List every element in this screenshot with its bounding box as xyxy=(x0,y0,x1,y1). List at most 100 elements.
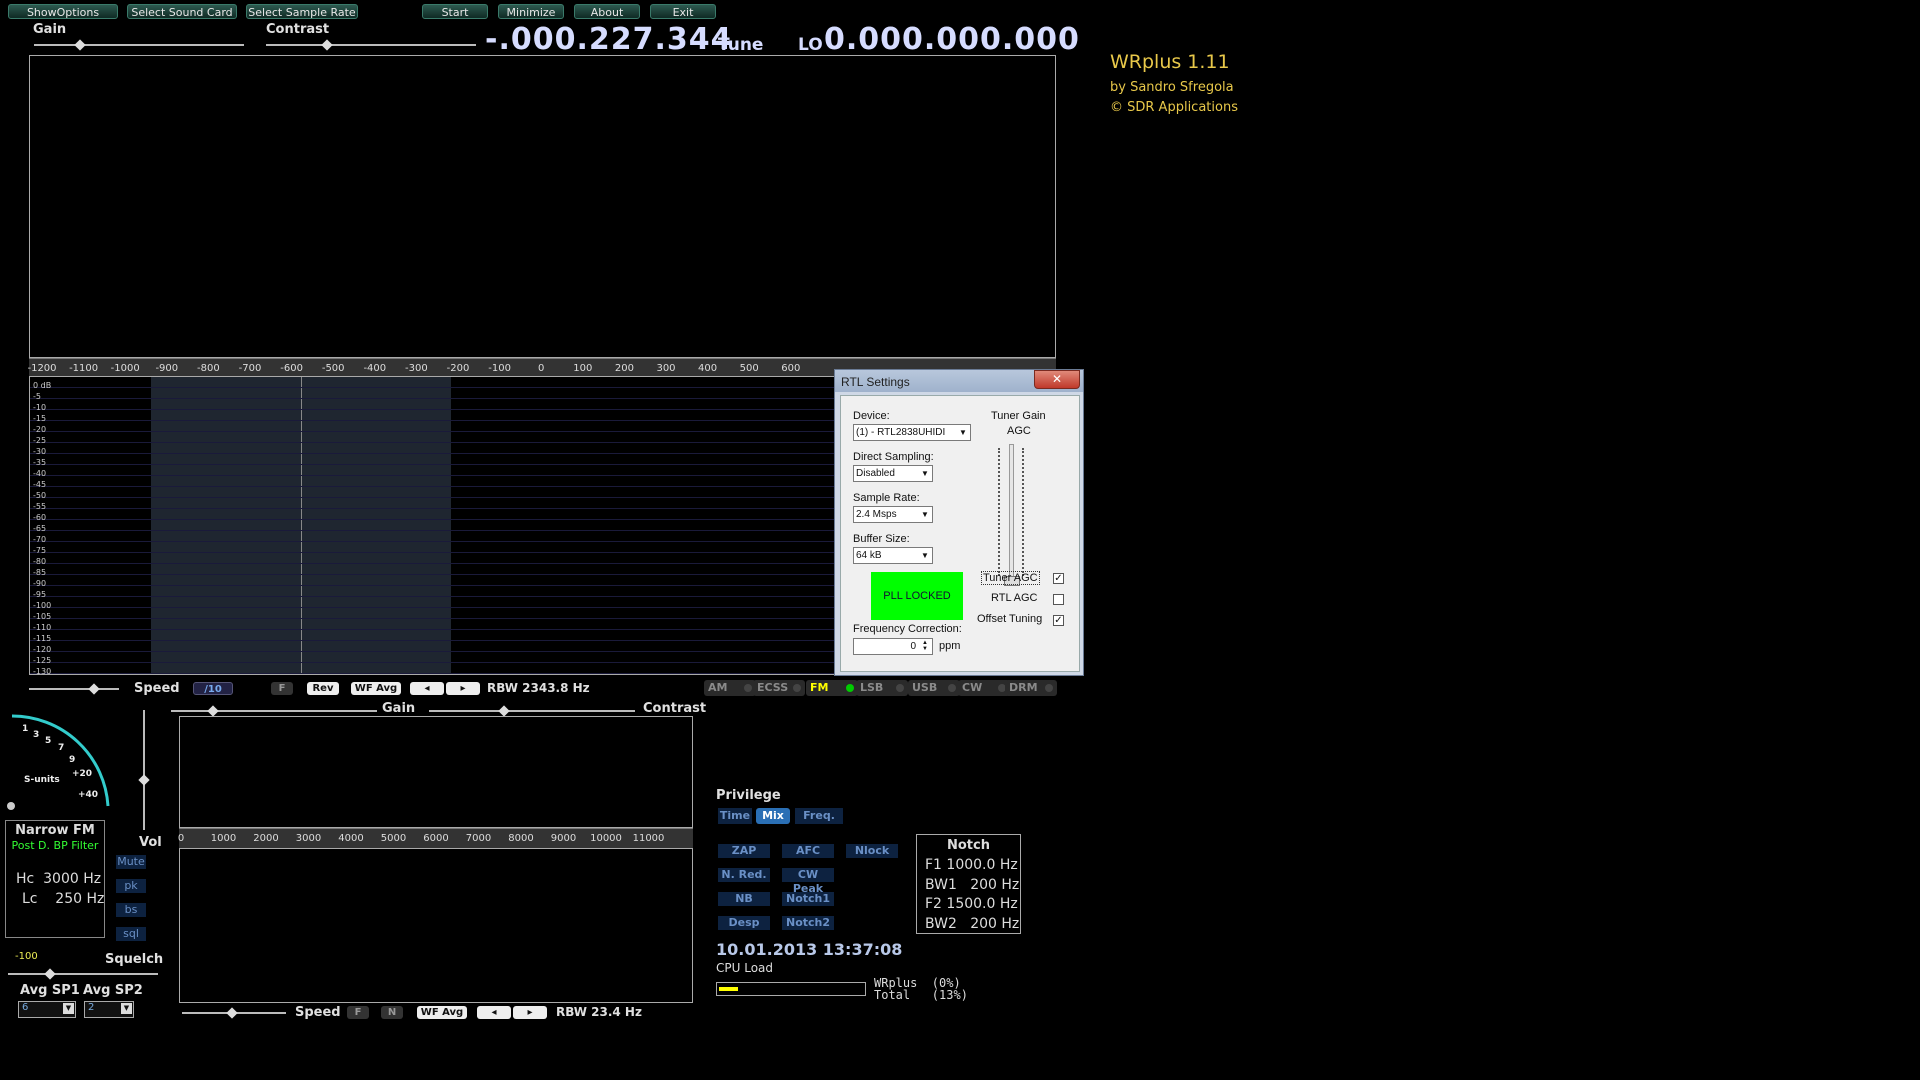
mode-button-cw[interactable]: CW xyxy=(958,680,1010,696)
audio-freq-tick-label: 9000 xyxy=(550,833,577,844)
tuner-agc-checkbox[interactable]: ✓ xyxy=(1053,573,1064,584)
rtl-agc-checkbox[interactable] xyxy=(1053,594,1064,605)
audio-pk-button[interactable]: pk xyxy=(116,879,146,893)
notch-box: Notch F1 1000.0 Hz BW1 200 Hz F2 1500.0 … xyxy=(916,834,1021,934)
privilege-freq-button[interactable]: Freq. xyxy=(795,808,843,824)
privilege-mix-button[interactable]: Mix xyxy=(756,808,790,824)
device-select[interactable]: (1) - RTL2838UHIDI ▼ xyxy=(853,424,971,441)
audio-mute-button[interactable]: Mute xyxy=(116,855,146,869)
mode-button-usb[interactable]: USB xyxy=(908,680,960,696)
mode-button-drm[interactable]: DRM xyxy=(1005,680,1057,696)
freq-tick-label: 200 xyxy=(614,363,634,374)
dsp-cwpeak-button[interactable]: CW Peak xyxy=(782,868,834,895)
speed-slider[interactable] xyxy=(29,688,119,690)
privilege-time-button[interactable]: Time xyxy=(718,808,752,824)
about-button[interactable]: About xyxy=(574,4,640,19)
db-tick-label: -30 xyxy=(33,447,47,456)
squelch-slider-knob[interactable] xyxy=(44,968,56,980)
sample-rate-select[interactable]: 2.4 Msps ▼ xyxy=(853,506,933,523)
show-options-button[interactable]: ShowOptions xyxy=(8,4,118,19)
audio-sql-button[interactable]: sql xyxy=(116,927,146,941)
audio-waterfall[interactable] xyxy=(179,848,693,1003)
rev-button[interactable]: Rev xyxy=(307,682,339,695)
dialog-titlebar[interactable]: RTL Settings ✕ xyxy=(835,370,1083,392)
audio-gain-slider-knob[interactable] xyxy=(207,705,219,717)
select-sample-rate-button[interactable]: Select Sample Rate xyxy=(246,4,358,19)
audio-freq-tick-label: 6000 xyxy=(423,833,449,844)
mode-label: FM xyxy=(810,681,829,694)
mode-label: USB xyxy=(912,681,938,694)
gain-slider[interactable] xyxy=(34,44,244,46)
s-meter xyxy=(7,714,110,810)
dsp-nred-button[interactable]: N. Red. xyxy=(718,868,770,882)
mode-button-fm[interactable]: FM xyxy=(806,680,858,696)
smeter-tick-label: 9 xyxy=(69,755,76,765)
main-waterfall[interactable] xyxy=(29,55,1056,358)
chevron-down-icon: ▼ xyxy=(921,551,929,560)
freq-tick-label: -900 xyxy=(155,363,179,374)
dsp-zap-button[interactable]: ZAP xyxy=(718,844,770,858)
volume-slider[interactable] xyxy=(143,710,145,830)
audio-bs-button[interactable]: bs xyxy=(116,903,146,917)
smeter-tick-label: 5 xyxy=(45,736,52,746)
db-tick-label: -95 xyxy=(33,590,47,599)
tuner-gain-slider[interactable] xyxy=(1009,444,1014,582)
avg-sp1-select[interactable]: 6 ▼ xyxy=(18,1001,76,1018)
total-load: Total (13%) xyxy=(874,988,968,1002)
mode-button-ecss[interactable]: ECSS xyxy=(753,680,805,696)
avg-sp2-select[interactable]: 2 ▼ xyxy=(84,1001,134,1018)
mode-button-lsb[interactable]: LSB xyxy=(856,680,908,696)
squelch-slider[interactable] xyxy=(8,973,158,975)
audio-speed-slider-knob[interactable] xyxy=(226,1007,238,1019)
dsp-notch2-button[interactable]: Notch2 xyxy=(782,916,834,930)
audio-freq-tick-label: 3000 xyxy=(295,833,322,844)
buffer-size-value: 64 kB xyxy=(856,550,882,561)
db-tick-label: -130 xyxy=(33,667,52,675)
volume-slider-knob[interactable] xyxy=(138,774,150,786)
dsp-notch1-button[interactable]: Notch1 xyxy=(782,892,834,906)
audio-spectrum[interactable] xyxy=(179,716,693,828)
dsp-nb-button[interactable]: NB xyxy=(718,892,770,906)
minimize-button[interactable]: Minimize xyxy=(498,4,564,19)
f-button[interactable]: F xyxy=(271,682,293,695)
exit-button[interactable]: Exit xyxy=(650,4,716,19)
select-sound-card-button[interactable]: Select Sound Card xyxy=(127,4,237,19)
wf-avg-button[interactable]: WF Avg xyxy=(351,682,401,695)
direct-sampling-select[interactable]: Disabled ▼ xyxy=(853,465,933,482)
contrast-slider-knob[interactable] xyxy=(321,39,333,51)
speed-slider-knob[interactable] xyxy=(88,683,100,695)
gain-slider-knob[interactable] xyxy=(74,39,86,51)
audio-n-button[interactable]: N xyxy=(381,1006,403,1019)
hc-readout: Hc 3000 Hz xyxy=(16,871,102,887)
dsp-nlock-button[interactable]: Nlock xyxy=(846,844,898,858)
freq-correction-input[interactable]: 0 ▲ ▼ xyxy=(853,638,933,655)
start-button[interactable]: Start xyxy=(422,4,488,19)
audio-contrast-slider[interactable] xyxy=(429,710,635,712)
step-right-button[interactable]: ▸ xyxy=(446,682,480,695)
speed-divider-button[interactable]: /10 xyxy=(193,682,233,695)
spinner-icon[interactable]: ▲ ▼ xyxy=(919,640,931,653)
lo-frequency-display[interactable]: 0.000.000.000 xyxy=(824,22,1080,57)
step-left-button[interactable]: ◂ xyxy=(410,682,444,695)
audio-step-left-button[interactable]: ◂ xyxy=(477,1006,511,1019)
audio-step-right-button[interactable]: ▸ xyxy=(513,1006,547,1019)
smeter-tick-label: +20 xyxy=(72,769,93,779)
chevron-down-icon: ▼ xyxy=(921,469,929,478)
contrast-slider[interactable] xyxy=(266,44,476,46)
close-button[interactable]: ✕ xyxy=(1034,370,1080,389)
dsp-desp-button[interactable]: Desp xyxy=(718,916,770,930)
tuner-gain-slider-ticks-left xyxy=(998,448,1002,576)
audio-wf-avg-button[interactable]: WF Avg xyxy=(417,1006,467,1019)
dsp-afc-button[interactable]: AFC xyxy=(782,844,834,858)
db-tick-label: -50 xyxy=(33,491,47,500)
audio-contrast-slider-knob[interactable] xyxy=(498,705,510,717)
offset-tuning-checkbox[interactable]: ✓ xyxy=(1053,615,1064,626)
tune-frequency-display[interactable]: -.000.227.344 xyxy=(485,22,733,57)
avg-sp2-label: Avg SP2 xyxy=(83,983,143,998)
notch-f2: F2 1500.0 Hz xyxy=(925,896,1018,912)
filter-info-box: Narrow FM Post D. BP Filter Hc 3000 Hz L… xyxy=(5,820,105,938)
audio-gain-slider[interactable] xyxy=(171,710,377,712)
audio-f-button[interactable]: F xyxy=(347,1006,369,1019)
buffer-size-select[interactable]: 64 kB ▼ xyxy=(853,547,933,564)
mode-button-am[interactable]: AM xyxy=(704,680,756,696)
